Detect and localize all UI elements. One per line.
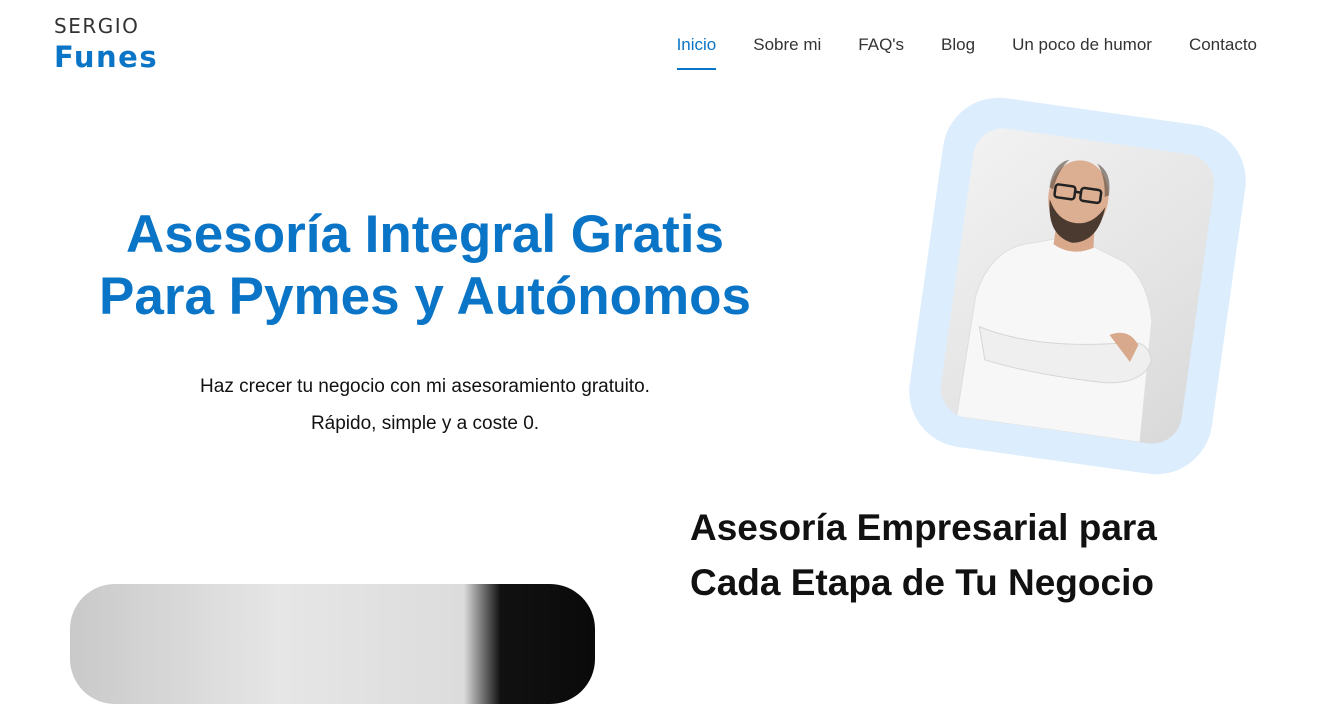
section-title-line-2: Cada Etapa de Tu Negocio: [690, 562, 1154, 603]
portrait-photo: [936, 124, 1219, 448]
hero-subtitle-line-1: Haz crecer tu negocio con mi asesoramien…: [200, 376, 650, 397]
hero-title-line-1: Asesoría Integral Gratis: [126, 205, 724, 264]
portrait-illustration: [956, 159, 1153, 443]
nav-item-blog[interactable]: Blog: [941, 34, 975, 69]
site-logo[interactable]: SERGIO Funes: [54, 16, 158, 72]
logo-last-name: Funes: [54, 40, 159, 74]
nav-item-sobre-mi[interactable]: Sobre mi: [753, 34, 821, 69]
hero-section: Asesoría Integral Gratis Para Pymes y Au…: [60, 204, 790, 442]
hero-title: Asesoría Integral Gratis Para Pymes y Au…: [60, 204, 790, 328]
nav-item-humor[interactable]: Un poco de humor: [1012, 34, 1152, 69]
hero-subtitle-line-2: Rápido, simple y a coste 0.: [310, 413, 540, 434]
hero-title-line-2: Para Pymes y Autónomos: [99, 267, 751, 326]
section-image: [70, 584, 595, 704]
section-title-line-1: Asesoría Empresarial para: [690, 507, 1157, 548]
main-navigation: Inicio Sobre mi FAQ's Blog Un poco de hu…: [640, 34, 1257, 70]
section-title: Asesoría Empresarial para Cada Etapa de …: [690, 500, 1250, 610]
logo-first-name: SERGIO: [54, 14, 140, 38]
nav-item-contacto[interactable]: Contacto: [1189, 34, 1257, 69]
portrait-frame: [901, 90, 1254, 482]
nav-item-inicio[interactable]: Inicio: [676, 34, 716, 70]
nav-item-faqs[interactable]: FAQ's: [858, 34, 904, 69]
